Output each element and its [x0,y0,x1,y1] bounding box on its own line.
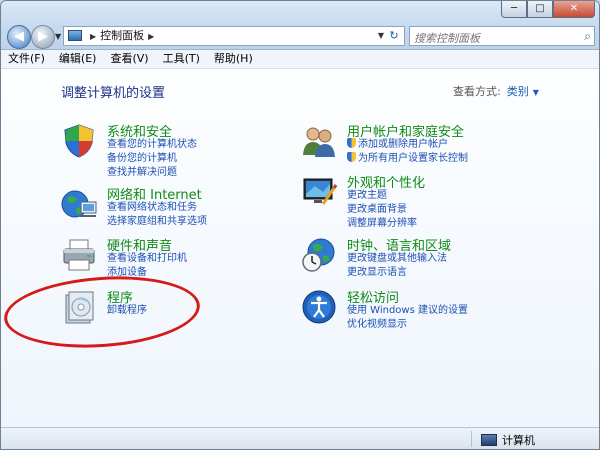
link-change-theme[interactable]: 更改主题 [347,189,417,203]
link-devices-printers[interactable]: 查看设备和打印机 [107,252,187,266]
link-text[interactable]: 添加或删除用户帐户 [358,139,448,150]
category-links: 添加或删除用户帐户 为所有用户设置家长控制 [347,138,468,166]
category-appearance: 外观和个性化 更改主题 更改桌面背景 调整屏幕分辨率 [301,172,531,232]
category-network-internet: 网络和 Internet 查看网络状态和任务 选择家庭组和共享选项 [61,184,281,229]
menu-file[interactable]: 文件(F) [1,50,52,68]
link-add-remove-accounts[interactable]: 添加或删除用户帐户 [347,138,468,152]
category-links: 使用 Windows 建议的设置 优化视频显示 [347,304,468,332]
link-change-background[interactable]: 更改桌面背景 [347,203,417,217]
control-panel-icon [68,30,82,41]
uac-shield-icon [347,138,356,148]
category-links: 查看您的计算机状态 备份您的计算机 查找并解决问题 [107,138,197,180]
category-system-security: 系统和安全 查看您的计算机状态 备份您的计算机 查找并解决问题 [61,121,281,181]
breadcrumb-separator[interactable]: ▶ [90,32,96,41]
view-by-label: 查看方式: [453,85,501,98]
menu-bar: 文件(F) 编辑(E) 查看(V) 工具(T) 帮助(H) [1,50,599,69]
network-globe-icon[interactable] [61,186,97,222]
system-security-icon[interactable] [61,123,97,159]
category-user-accounts: 用户帐户和家庭安全 添加或删除用户帐户 为所有用户设置家长控制 [301,121,531,166]
link-recommended-settings[interactable]: 使用 Windows 建议的设置 [347,304,468,318]
status-computer: 计算机 [481,432,535,448]
recent-pages-dropdown[interactable]: ▼ [55,32,61,41]
link-parental-controls[interactable]: 为所有用户设置家长控制 [347,152,468,166]
close-button[interactable]: ✕ [553,1,595,18]
menu-tools[interactable]: 工具(T) [156,50,207,68]
clock-globe-icon[interactable] [301,237,337,273]
minimize-button[interactable]: ─ [501,1,527,18]
view-by-select[interactable]: 类别 [507,85,529,98]
window-controls: ─ □ ✕ [501,1,595,19]
users-icon[interactable] [301,123,337,159]
menu-edit[interactable]: 编辑(E) [52,50,104,68]
view-by: 查看方式: 类别 ▼ [453,83,539,99]
category-clock-language: 时钟、语言和区域 更改键盘或其他输入法 更改显示语言 [301,235,531,280]
address-bar[interactable]: ▶ 控制面板 ▶ ▼ ↻ [63,26,405,46]
link-backup-computer[interactable]: 备份您的计算机 [107,152,197,166]
menu-help[interactable]: 帮助(H) [207,50,260,68]
search-box: ⌕ [409,26,595,48]
refresh-icon[interactable]: ↻ [386,27,402,45]
view-by-dropdown-icon[interactable]: ▼ [533,88,539,97]
category-links: 更改主题 更改桌面背景 调整屏幕分辨率 [347,189,417,231]
content-area: 调整计算机的设置 查看方式: 类别 ▼ 系统和安全 查看您的计算机状态 备份您的计算… [1,69,599,427]
control-panel-window: ─ □ ✕ ◀ ▶ ▼ ▶ 控制面板 ▶ ▼ ↻ ⌕ 文件(F)编辑(E)查看(V)… [0,0,600,450]
appearance-icon[interactable] [301,174,337,210]
category-ease-of-access: 轻松访问 使用 Windows 建议的设置 优化视频显示 [301,287,531,332]
link-change-display-language[interactable]: 更改显示语言 [347,266,447,280]
navigation-bar: ─ □ ✕ ◀ ▶ ▼ ▶ 控制面板 ▶ ▼ ↻ ⌕ [1,1,599,50]
ease-of-access-icon[interactable] [301,289,337,325]
link-network-status[interactable]: 查看网络状态和任务 [107,201,207,215]
address-dropdown-icon[interactable]: ▼ [378,27,384,45]
computer-icon [481,434,497,446]
link-screen-resolution[interactable]: 调整屏幕分辨率 [347,217,417,231]
status-divider [471,431,472,447]
search-input[interactable] [410,29,578,48]
printer-icon[interactable] [61,237,97,273]
breadcrumb-separator[interactable]: ▶ [148,32,154,41]
link-homegroup-sharing[interactable]: 选择家庭组和共享选项 [107,215,207,229]
link-change-keyboard[interactable]: 更改键盘或其他输入法 [347,252,447,266]
link-view-computer-status[interactable]: 查看您的计算机状态 [107,138,197,152]
forward-button[interactable]: ▶ [31,25,55,49]
breadcrumb-control-panel[interactable]: 控制面板 [100,29,144,42]
back-button[interactable]: ◀ [7,25,31,49]
link-text[interactable]: 为所有用户设置家长控制 [358,153,468,164]
maximize-button[interactable]: □ [527,1,553,18]
link-optimize-video[interactable]: 优化视频显示 [347,318,468,332]
link-troubleshoot[interactable]: 查找并解决问题 [107,166,197,180]
category-hardware-sound: 硬件和声音 查看设备和打印机 添加设备 [61,235,281,280]
search-icon[interactable]: ⌕ [584,27,591,45]
status-computer-label: 计算机 [502,434,535,447]
menu-view[interactable]: 查看(V) [103,50,155,68]
category-links: 更改键盘或其他输入法 更改显示语言 [347,252,447,280]
status-bar: 计算机 [1,427,599,449]
page-title: 调整计算机的设置 [61,86,166,101]
category-links: 查看网络状态和任务 选择家庭组和共享选项 [107,201,207,229]
uac-shield-icon [347,152,356,162]
